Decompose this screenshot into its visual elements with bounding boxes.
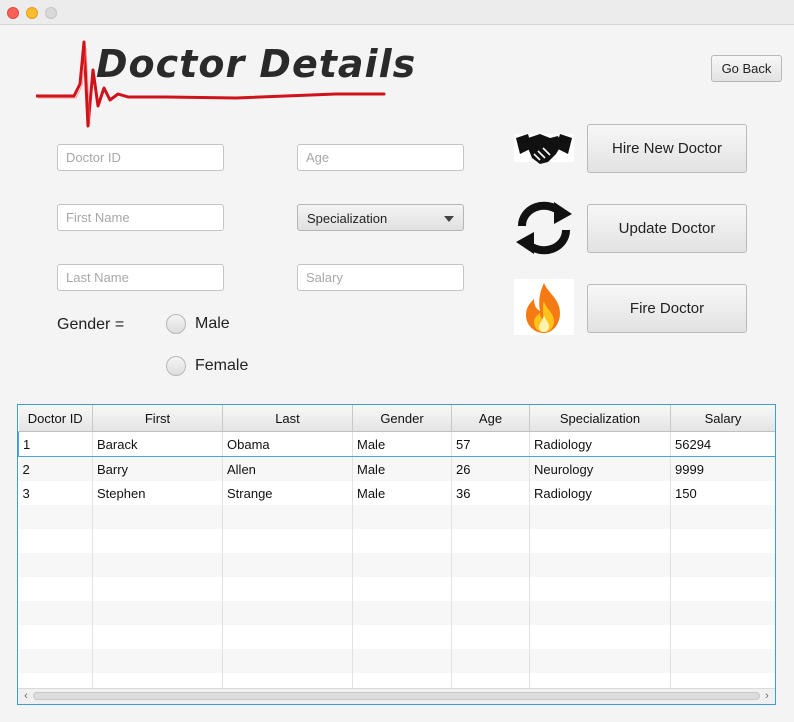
chevron-down-icon [444,216,454,222]
doctors-table[interactable]: Doctor ID First Last Gender Age Speciali… [17,404,776,705]
hire-new-doctor-button[interactable]: Hire New Doctor [587,124,747,173]
table-cell: Radiology [529,431,671,457]
fire-doctor-button[interactable]: Fire Doctor [587,284,747,333]
specialization-select-value: Specialization [307,211,388,226]
table-cell: 2 [18,456,93,481]
radio-circle[interactable] [166,356,186,376]
table-cell: Male [352,481,452,505]
empty-table-row [18,601,775,625]
first-name-field[interactable] [57,204,224,231]
last-name-field[interactable] [57,264,224,291]
empty-table-row [18,577,775,601]
table-cell: Stephen [92,481,223,505]
table-cell: Neurology [529,456,671,481]
table-row[interactable]: 3 Stephen Strange Male 36 Radiology 150 [18,481,775,505]
column-header-doctor-id[interactable]: Doctor ID [18,405,93,432]
empty-table-row [18,625,775,649]
column-header-age[interactable]: Age [451,405,530,432]
refresh-icon [516,201,572,255]
table-cell: Strange [222,481,353,505]
go-back-button[interactable]: Go Back [711,55,782,82]
column-header-salary[interactable]: Salary [670,405,775,432]
update-doctor-button[interactable]: Update Doctor [587,204,747,253]
column-header-first[interactable]: First [92,405,223,432]
table-cell: 57 [451,431,530,457]
table-cell: Radiology [529,481,671,505]
table-row[interactable]: 1 Barack Obama Male 57 Radiology 56294 [18,431,775,457]
salary-field[interactable] [297,264,464,291]
table-cell: Obama [222,431,353,457]
fire-icon [514,279,574,335]
table-cell: Barry [92,456,223,481]
empty-table-row [18,505,775,529]
gender-male-label: Male [195,315,230,332]
column-header-last[interactable]: Last [222,405,353,432]
age-field[interactable] [297,144,464,171]
doctor-id-field[interactable] [57,144,224,171]
table-cell: Allen [222,456,353,481]
empty-table-row [18,553,775,577]
close-window-button[interactable] [7,7,19,19]
minimize-window-button[interactable] [26,7,38,19]
maximize-window-button[interactable] [45,7,57,19]
empty-table-row [18,529,775,553]
table-cell: 26 [451,456,530,481]
radio-circle[interactable] [166,314,186,334]
scrollbar-thumb[interactable] [33,692,760,700]
table-cell: 1 [18,431,93,457]
table-cell: 36 [451,481,530,505]
column-header-gender[interactable]: Gender [352,405,452,432]
table-row[interactable]: 2 Barry Allen Male 26 Neurology 9999 [18,456,775,481]
table-cell: Barack [92,431,223,457]
chevron-right-icon[interactable]: › [760,690,774,702]
page-title: Doctor Details [96,42,417,86]
specialization-select[interactable]: Specialization [297,204,464,231]
table-cell: 9999 [670,456,775,481]
table-cell: 56294 [670,431,775,457]
table-cell: Male [352,431,452,457]
empty-table-row [18,649,775,673]
table-cell: 150 [670,481,775,505]
gender-label: Gender = [57,316,125,333]
handshake-icon [514,134,574,164]
title-bar [0,0,794,25]
table-header-row: Doctor ID First Last Gender Age Speciali… [18,405,775,432]
column-header-specialization[interactable]: Specialization [529,405,671,432]
chevron-left-icon[interactable]: ‹ [19,690,33,702]
horizontal-scrollbar[interactable]: ‹ › [18,688,775,704]
gender-female-label: Female [195,357,249,374]
table-cell: 3 [18,481,93,505]
table-cell: Male [352,456,452,481]
